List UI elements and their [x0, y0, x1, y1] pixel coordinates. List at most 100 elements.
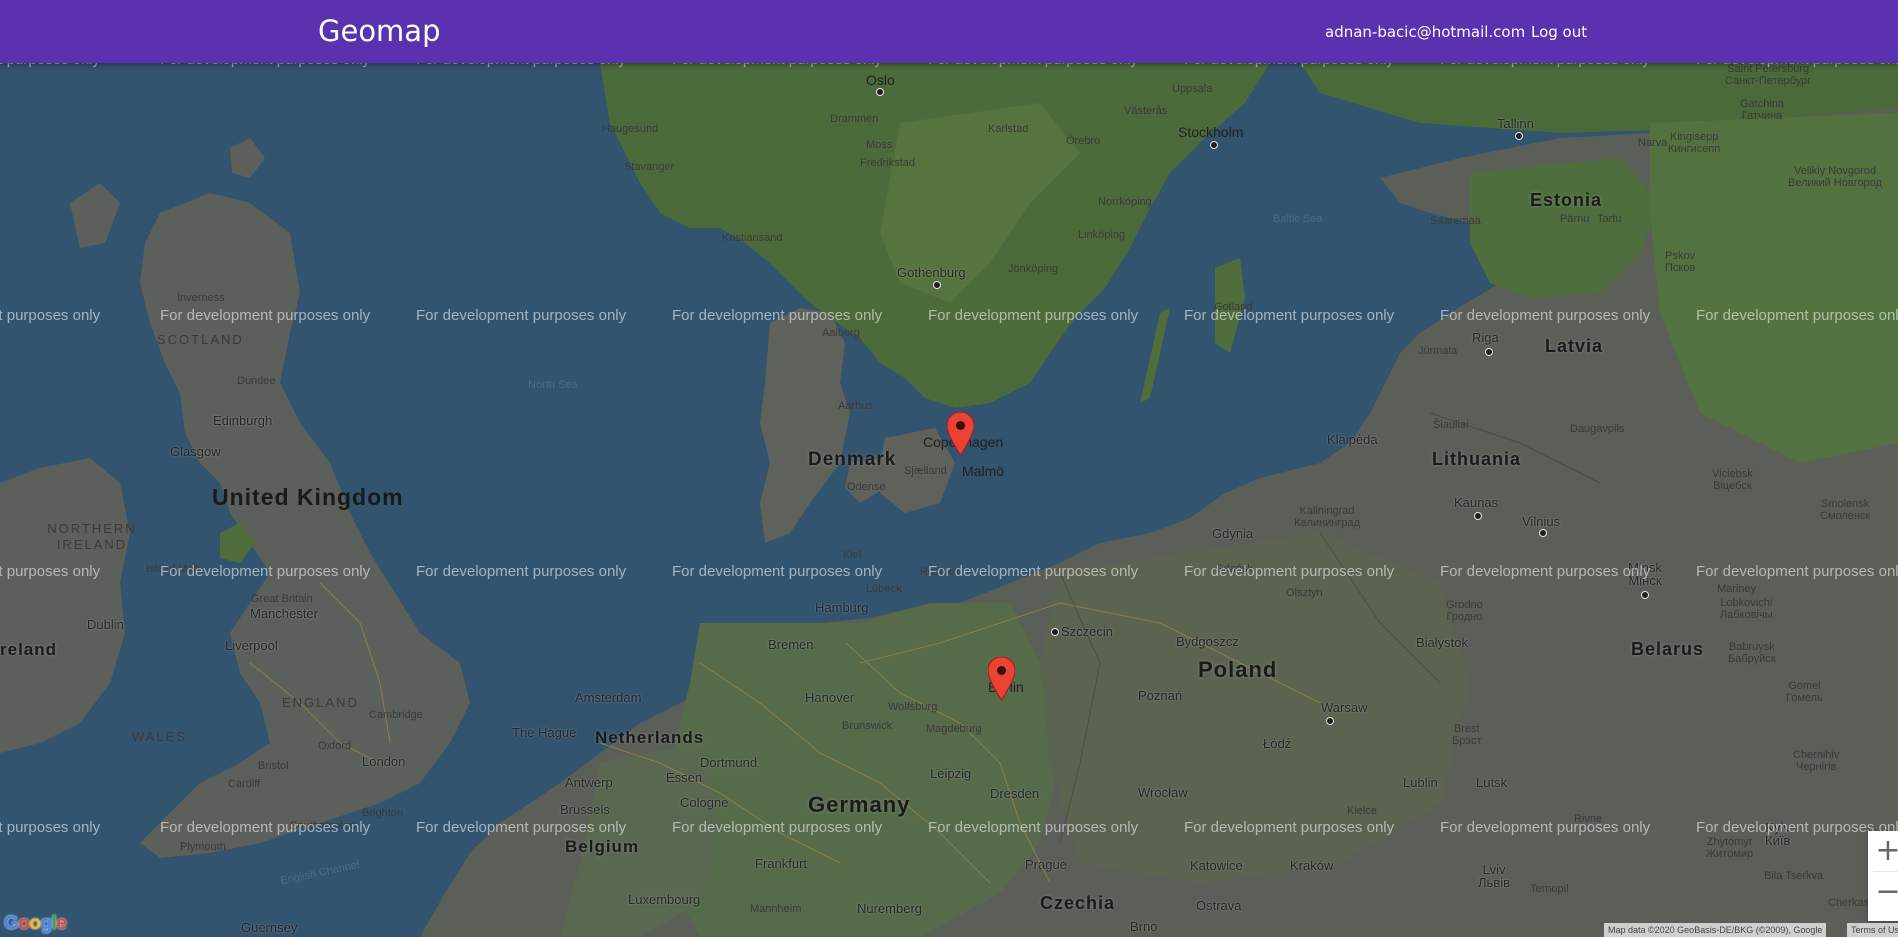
city-label-nuremberg: Nuremberg [857, 901, 923, 916]
terms-of-use-link[interactable]: Terms of Use [1847, 923, 1898, 937]
map-attribution: Map data ©2020 GeoBasis-DE/BKG (©2009), … [1604, 923, 1827, 937]
city-label-kristiansand: Kristiansand [722, 232, 783, 244]
city-label-linkoping: Linköping [1078, 229, 1126, 241]
dev-watermark: For development purposes only [928, 563, 1139, 580]
map-marker-copenhagen[interactable] [947, 412, 974, 455]
city-label-tallinn: Tallinn [1497, 116, 1534, 131]
region-label-northern-ireland: NORTHERN IRELAND [47, 521, 137, 552]
city-label-mariney: Mariney [1717, 583, 1757, 595]
city-label-aalborg: Aalborg [822, 327, 860, 339]
city-label-smolensk: Smolensk Смоленск [1820, 498, 1871, 523]
city-label-pskov: Pskov Псков [1665, 250, 1696, 275]
logout-link[interactable]: Log out [1531, 23, 1587, 41]
brand-logo-link[interactable]: Geomap [318, 14, 441, 48]
city-label-gatchina: Gatchina Гатчина [1740, 98, 1785, 123]
dev-watermark: For development purposes only [1440, 307, 1651, 324]
city-label-lubeck: Lübeck [866, 583, 902, 595]
user-email: adnan-bacic@hotmail.com [1325, 23, 1526, 41]
city-label-chernihiv: Chernihiv Чернігів [1793, 749, 1840, 774]
city-label-szczecin: Szczecin [1061, 624, 1114, 639]
city-label-odense: Odense [847, 481, 886, 493]
city-label-sjaelland: Sjælland [904, 465, 947, 477]
dev-watermark: For development purposes only [1440, 63, 1650, 68]
city-label-gdynia: Gdynia [1212, 526, 1254, 541]
city-label-norrkoping: Norrköping [1098, 196, 1152, 208]
city-label-drammen: Drammen [830, 113, 879, 125]
region-label-scotland: SCOTLAND [157, 332, 244, 347]
country-label-belarus: Belarus [1631, 639, 1705, 659]
dev-watermark: For development purposes only [1696, 63, 1898, 68]
city-label-brunswick: Brunswick [842, 720, 893, 732]
dev-watermark: For development purposes only [0, 307, 101, 324]
city-label-vasteras: Västerås [1124, 105, 1168, 117]
city-label-warsaw: Warsaw [1321, 700, 1368, 715]
dev-watermark: For development purposes only [672, 307, 883, 324]
city-label-kaliningrad: Kaliningrad Калининград [1294, 505, 1361, 530]
dev-watermark: For development purposes only [0, 63, 100, 68]
city-label-gothenburg: Gothenburg [897, 265, 966, 280]
city-label-london: London [362, 754, 406, 769]
city-label-siauliai: Šiauliai [1433, 419, 1469, 431]
dev-watermark: For development purposes only [928, 307, 1139, 324]
city-label-oxford: Oxford [318, 740, 352, 752]
city-label-moss: Moss [866, 139, 893, 151]
city-label-bydgoszcz: Bydgoszcz [1176, 634, 1239, 649]
city-label-uppsala: Uppsala [1172, 83, 1213, 95]
city-label-grodno: Grodno Гродно [1446, 599, 1483, 624]
country-label-latvia: Latvia [1545, 336, 1604, 356]
google-logo[interactable]: Google [4, 913, 67, 935]
city-dot-minsk [1641, 591, 1649, 599]
map-canvas[interactable]: United Kingdom Denmark Germany Poland Li… [0, 63, 1898, 937]
map-marker-berlin[interactable] [988, 657, 1015, 700]
city-label-oslo: Oslo [866, 72, 895, 88]
city-dot-stockholm [1210, 141, 1218, 149]
city-label-klaipeda: Klaipėda [1327, 432, 1378, 447]
city-label-poznan: Poznań [1138, 688, 1183, 703]
city-label-jurmala: Jūrmala [1418, 345, 1458, 357]
city-label-vilnius: Vilnius [1522, 514, 1561, 529]
city-label-riga: Riga [1472, 330, 1499, 345]
dev-watermark: For development purposes only [160, 819, 371, 836]
dev-watermark: For development purposes only [1696, 307, 1898, 324]
city-label-leipzig: Leipzig [930, 766, 972, 781]
city-label-cardiff: Cardiff [228, 778, 261, 790]
city-label-olsztyn: Olsztyn [1286, 587, 1323, 599]
city-dot-vilnius [1539, 529, 1547, 537]
city-label-katowice: Katowice [1190, 858, 1243, 873]
dev-watermark: For development purposes only [0, 819, 101, 836]
dev-watermark: For development purposes only [672, 563, 883, 580]
city-label-kaunas: Kaunas [1454, 495, 1499, 510]
city-label-haugesund: Haugesund [602, 123, 659, 135]
city-label-kiel: Kiel [843, 549, 862, 561]
city-label-brighton: Brighton [362, 807, 403, 819]
city-label-babruysk: Babruysk Бабруйск [1728, 641, 1776, 666]
city-label-malmo: Malmö [962, 463, 1005, 479]
dev-watermark: For development purposes only [1184, 63, 1394, 68]
city-dot-warsaw [1326, 717, 1334, 725]
city-label-ostrava: Ostrava [1196, 898, 1242, 913]
city-label-antwerp: Antwerp [565, 775, 613, 790]
country-label-belgium: Belgium [565, 837, 640, 856]
city-label-aarhus: Aarhus [838, 400, 873, 412]
country-label-estonia: Estonia [1530, 190, 1603, 210]
city-label-stavanger: Stavanger [624, 161, 675, 173]
dev-watermark: For development purposes only [160, 307, 371, 324]
city-label-dortmund: Dortmund [700, 755, 758, 770]
city-label-kielce: Kielce [1347, 805, 1377, 817]
zoom-out-button[interactable]: − [1868, 872, 1898, 912]
city-label-bialystok: Białystok [1416, 635, 1469, 650]
country-label-germany: Germany [808, 792, 911, 817]
city-label-inverness: Inverness [177, 292, 225, 304]
city-label-ternopil: Ternopil [1530, 883, 1569, 895]
region-label-wales: WALES [132, 729, 188, 744]
city-label-gomel: Gomel Гомель [1786, 680, 1823, 705]
city-label-great-britain: Great Britain [251, 593, 313, 605]
city-label-guernsey: Guernsey [241, 920, 298, 935]
city-dot-riga [1485, 348, 1493, 356]
zoom-in-button[interactable]: + [1868, 831, 1898, 871]
city-label-the-hague: The Hague [512, 725, 577, 740]
city-label-parnu: Pärnu [1560, 213, 1590, 225]
city-label-magdeburg: Magdeburg [926, 723, 982, 735]
dev-watermark: For development purposes only [928, 63, 1138, 68]
city-label-vitebsk: Viciebsk Віцебск [1712, 468, 1753, 493]
